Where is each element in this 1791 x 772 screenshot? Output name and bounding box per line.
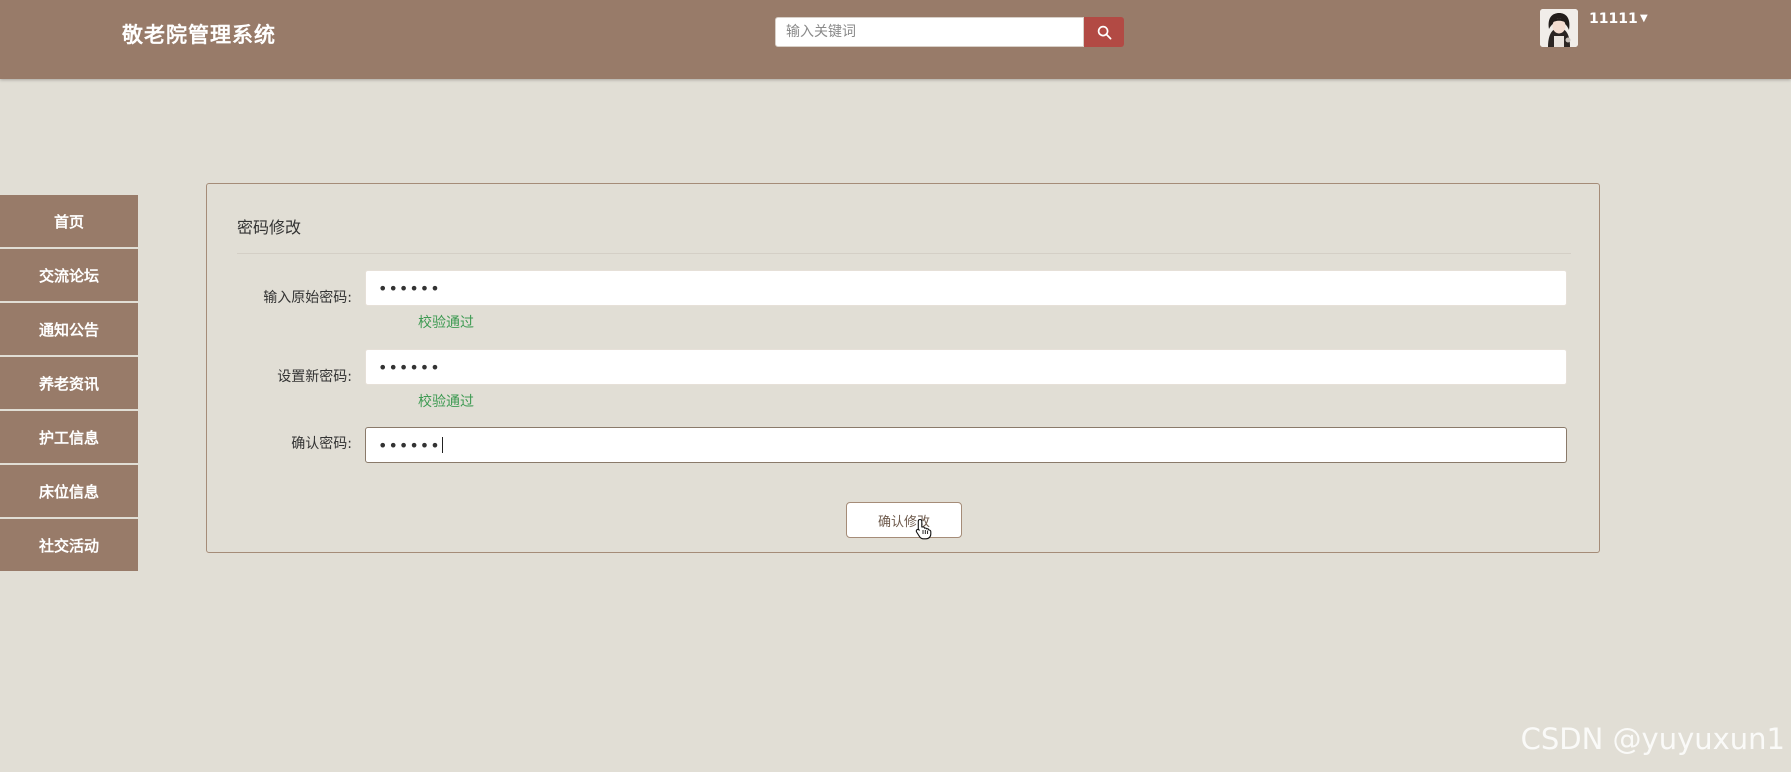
new-password-label: 设置新密码:	[277, 369, 352, 385]
search-button[interactable]	[1084, 17, 1124, 47]
search-input[interactable]	[775, 17, 1084, 47]
app-brand[interactable]: 敬老院管理系统	[122, 19, 276, 49]
sidebar-item-social-activities[interactable]: 社交活动	[0, 519, 138, 571]
new-password-hint: 校验通过	[418, 394, 474, 410]
new-password-value: ••••••	[378, 357, 441, 377]
avatar[interactable]	[1540, 9, 1578, 47]
original-password-label: 输入原始密码:	[263, 290, 352, 306]
panel-title: 密码修改	[237, 218, 302, 237]
sidebar-item-home[interactable]: 首页	[0, 195, 138, 247]
new-password-input[interactable]: ••••••	[365, 349, 1567, 385]
confirm-password-value: ••••••	[378, 435, 441, 455]
sidebar-item-elderly-news[interactable]: 养老资讯	[0, 357, 138, 409]
password-change-panel: 密码修改 输入原始密码: •••••• 校验通过 设置新密码: •••••• 校…	[206, 183, 1600, 553]
sidebar-item-forum[interactable]: 交流论坛	[0, 249, 138, 301]
username[interactable]: 11111	[1589, 11, 1638, 27]
top-header: 敬老院管理系统 11111 ▼	[0, 0, 1791, 79]
original-password-value: ••••••	[378, 278, 441, 298]
divider	[237, 253, 1571, 254]
sidebar-item-announcements[interactable]: 通知公告	[0, 303, 138, 355]
hand-cursor-icon	[915, 518, 933, 544]
confirm-change-button[interactable]: 确认修改	[846, 502, 962, 538]
sidebar: 首页 交流论坛 通知公告 养老资讯 护工信息 床位信息 社交活动	[0, 195, 138, 573]
confirm-password-label: 确认密码:	[291, 436, 352, 452]
text-caret	[441, 437, 443, 453]
search-icon	[1097, 25, 1111, 39]
confirm-password-input[interactable]: ••••••	[365, 427, 1567, 463]
watermark: CSDN @yuyuxun1	[1520, 722, 1785, 756]
original-password-hint: 校验通过	[418, 315, 474, 331]
sidebar-item-caregivers[interactable]: 护工信息	[0, 411, 138, 463]
original-password-input[interactable]: ••••••	[365, 270, 1567, 306]
sidebar-item-beds[interactable]: 床位信息	[0, 465, 138, 517]
caret-down-icon[interactable]: ▼	[1640, 13, 1648, 24]
